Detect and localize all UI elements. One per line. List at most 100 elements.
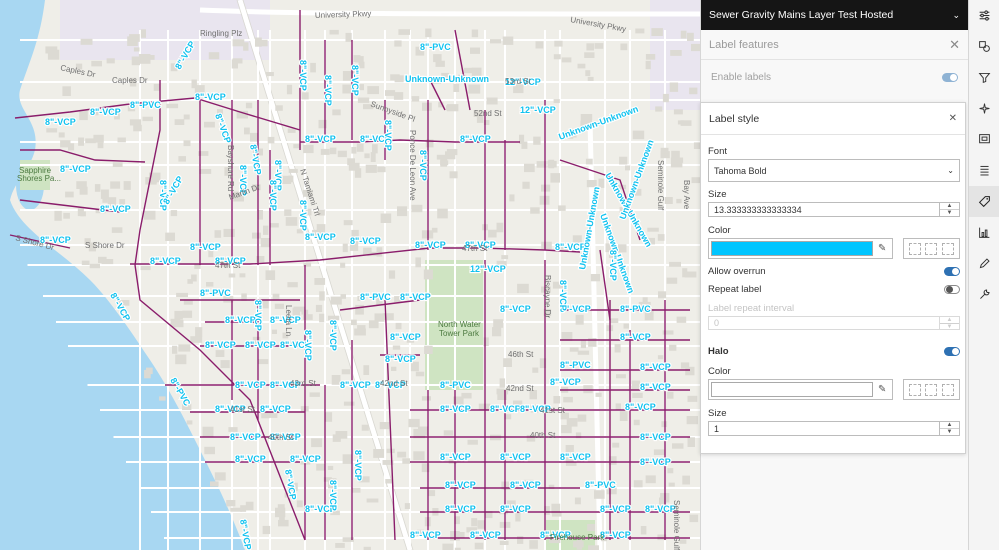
halo-color-picker[interactable]: ✎ <box>708 379 893 400</box>
preset-slot[interactable] <box>925 242 938 255</box>
preset-slot[interactable] <box>941 242 954 255</box>
building <box>65 191 74 198</box>
building <box>691 177 700 184</box>
sewer-label: 8"-VCP <box>253 300 263 331</box>
halo-row: Halo <box>708 346 960 357</box>
building <box>355 56 364 63</box>
building <box>133 124 142 132</box>
preset-slot[interactable] <box>941 383 954 396</box>
building <box>474 542 484 550</box>
building <box>436 154 448 160</box>
close-icon[interactable]: ✕ <box>949 113 957 124</box>
building <box>93 134 104 143</box>
preset-slot[interactable] <box>909 242 922 255</box>
building <box>687 32 694 41</box>
building <box>670 50 682 56</box>
sketch-button[interactable] <box>969 248 999 279</box>
stepper-down-icon[interactable]: ▼ <box>940 429 959 435</box>
halo-color-swatch[interactable] <box>711 382 873 397</box>
stepper-up-icon[interactable]: ▲ <box>940 203 959 210</box>
styles-button[interactable] <box>969 31 999 62</box>
building <box>296 500 303 508</box>
building <box>569 347 579 352</box>
building <box>493 319 504 328</box>
enable-labels-label: Enable labels <box>711 71 772 83</box>
building <box>376 247 383 257</box>
building <box>499 378 505 388</box>
building <box>680 120 692 126</box>
building <box>293 306 305 312</box>
halo-size-input[interactable]: 1 ▲ ▼ <box>708 421 960 436</box>
size-input[interactable]: 13.333333333333334 ▲ ▼ <box>708 202 960 217</box>
building <box>471 29 479 38</box>
allow-overrun-toggle[interactable] <box>944 267 960 276</box>
building <box>327 465 334 470</box>
sewer-label: 8"-VCP <box>560 452 591 462</box>
properties-button[interactable] <box>969 0 999 31</box>
building <box>117 137 126 143</box>
building <box>415 257 421 268</box>
layer-header[interactable]: Sewer Gravity Mains Layer Test Hosted ⌄ <box>701 0 968 30</box>
building <box>275 105 283 111</box>
repeat-label-toggle[interactable] <box>944 285 960 294</box>
pencil-icon[interactable]: ✎ <box>878 384 886 395</box>
repeat-interval-stepper: ▲ ▼ <box>939 317 959 330</box>
repeat-interval-label: Label repeat interval <box>708 303 795 314</box>
sewer-label: 8"-VCP <box>510 480 541 490</box>
sewer-label: 8"-PVC <box>420 42 451 52</box>
building <box>319 313 325 323</box>
map-view[interactable]: 8"-VCP 8"-VCP 8"-PVC 8"-VCP 8"-VCP 8"-VCP 8"-V… <box>0 0 700 550</box>
halo-size-stepper[interactable]: ▲ ▼ <box>939 422 959 435</box>
color-swatch[interactable] <box>711 241 873 256</box>
street-label: Seminole Gulf <box>656 160 665 211</box>
charts-button[interactable] <box>969 217 999 248</box>
close-icon[interactable]: ✕ <box>949 38 960 51</box>
building <box>78 137 84 146</box>
effects-button[interactable] <box>969 93 999 124</box>
halo-toggle[interactable] <box>944 347 960 356</box>
building <box>368 320 379 329</box>
stepper-up-icon[interactable]: ▲ <box>940 422 959 429</box>
pencil-icon[interactable]: ✎ <box>878 243 886 254</box>
color-picker[interactable]: ✎ <box>708 238 893 259</box>
building <box>625 165 631 171</box>
preset-slot[interactable] <box>909 383 922 396</box>
stepper-down-icon[interactable]: ▼ <box>940 210 959 216</box>
park-label: Shores Pa... <box>17 174 61 183</box>
building <box>585 70 591 77</box>
font-select[interactable]: Tahoma Bold ⌄ <box>708 159 960 182</box>
tools-button[interactable] <box>969 279 999 310</box>
building <box>423 269 433 280</box>
building <box>486 97 498 105</box>
enable-labels-toggle[interactable] <box>942 72 958 82</box>
street-label: Ponce De Leon Ave <box>408 130 417 201</box>
building <box>669 261 681 267</box>
street-label: Biscayne Dr <box>543 275 552 318</box>
building <box>262 525 271 535</box>
sewer-label: 8"-VCP <box>298 200 308 231</box>
building <box>446 149 458 156</box>
building <box>345 32 352 42</box>
sewer-label: 8"-PVC <box>560 360 591 370</box>
preset-slot[interactable] <box>925 383 938 396</box>
popups-button[interactable] <box>969 124 999 155</box>
building <box>662 330 674 335</box>
chevron-down-icon[interactable]: ⌄ <box>952 10 960 21</box>
filter-button[interactable] <box>969 62 999 93</box>
fields-button[interactable] <box>969 155 999 186</box>
building <box>463 67 473 74</box>
building <box>467 439 478 445</box>
labels-button[interactable] <box>969 186 999 217</box>
street-label: Ringling Plz <box>200 29 242 38</box>
map-canvas[interactable]: 8"-VCP 8"-VCP 8"-PVC 8"-VCP 8"-VCP 8"-VCP 8"-V… <box>0 0 700 550</box>
repeat-interval-input: 0 ▲ ▼ <box>708 316 960 330</box>
filter-icon <box>978 72 991 84</box>
sewer-label: 8"-VCP <box>350 65 360 96</box>
park-label: North Water <box>438 320 481 329</box>
building <box>367 86 379 95</box>
building <box>129 34 140 42</box>
sewer-label: 8"-VCP <box>205 340 236 350</box>
size-stepper[interactable]: ▲ ▼ <box>939 203 959 216</box>
label-tag-icon <box>978 196 990 208</box>
sewer-label: 8"-VCP <box>620 332 651 342</box>
